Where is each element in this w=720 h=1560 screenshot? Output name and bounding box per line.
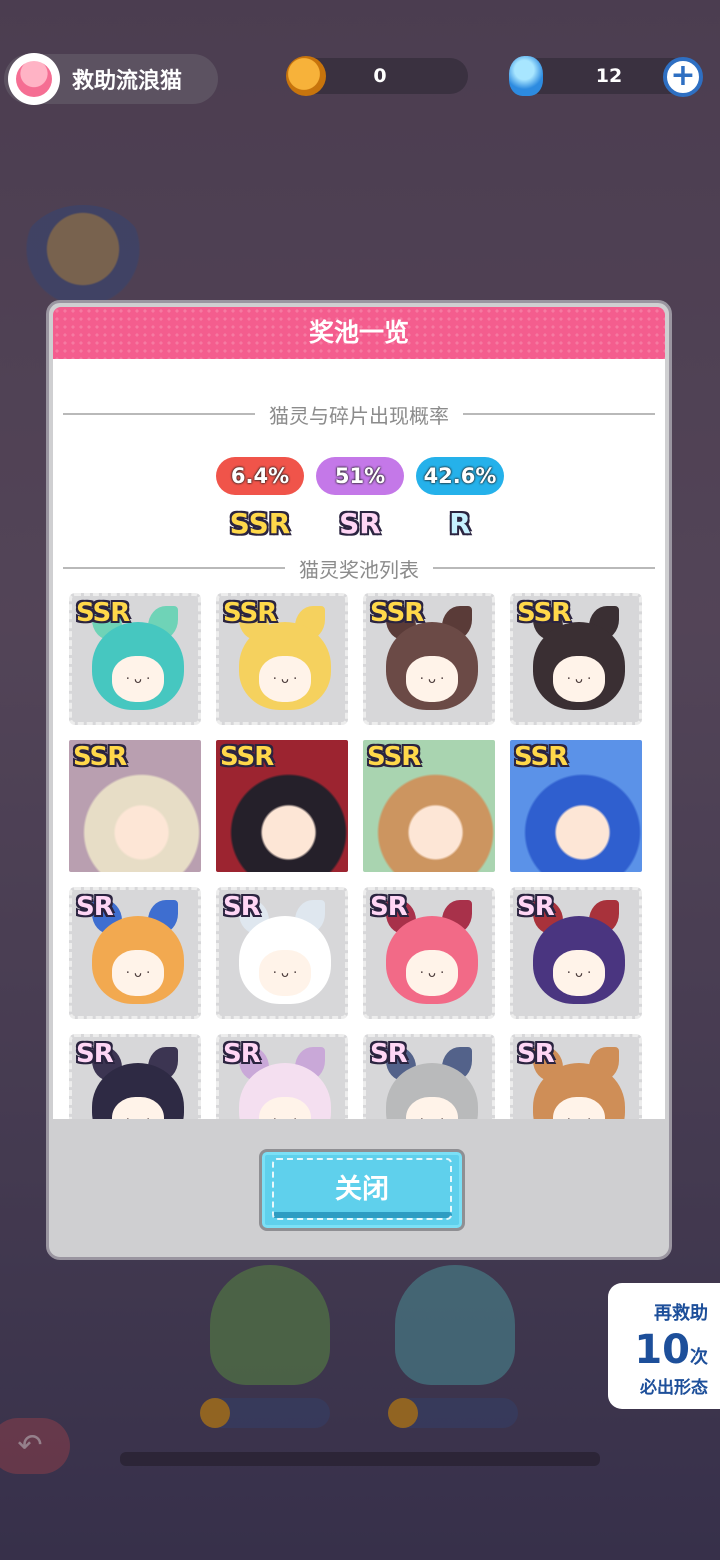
ssr-rank-label: SSR (229, 507, 291, 540)
rank-badge: SSR (76, 598, 130, 628)
rank-badge: SR (76, 1039, 114, 1069)
pool-card[interactable]: SSR (510, 740, 642, 872)
sr-rate-badge: 51% (316, 457, 404, 495)
pool-card[interactable]: SSR (216, 593, 348, 725)
screen-title: 救助流浪猫 (72, 69, 183, 94)
r-rate-badge: 42.6% (416, 457, 504, 495)
character-portrait (386, 622, 478, 710)
r-rank-label: R (449, 507, 471, 540)
promo-count: 10次 (634, 1327, 708, 1373)
pool-card[interactable]: SSR (69, 593, 201, 725)
promo-line3: 必出形态 (640, 1378, 708, 1398)
character-portrait (92, 622, 184, 710)
character-portrait (533, 916, 625, 1004)
pool-card[interactable]: SR (216, 887, 348, 1019)
promo-line1: 再救助 (654, 1303, 708, 1324)
rank-badge: SR (370, 892, 408, 922)
character-portrait (239, 916, 331, 1004)
rank-badge: SR (76, 892, 114, 922)
pool-card[interactable]: SR (510, 887, 642, 1019)
rank-badge: SSR (514, 742, 568, 772)
pool-card[interactable]: SR (69, 1034, 201, 1119)
soul-gem-icon (509, 56, 543, 96)
close-button[interactable]: 关闭 (259, 1149, 465, 1231)
dialog-header: 奖池一览 (53, 307, 665, 359)
ssr-rate-badge: 6.4% (216, 457, 304, 495)
rates-section-title: 猫灵与碎片出现概率 (63, 399, 655, 429)
plus-icon[interactable]: + (663, 57, 703, 97)
rank-badge: SR (223, 1039, 261, 1069)
pool-card[interactable]: SR (510, 1034, 642, 1119)
pool-card[interactable]: SR (363, 1034, 495, 1119)
rank-badge: SSR (517, 598, 571, 628)
dialog-title: 奖池一览 (308, 318, 409, 347)
rank-badge: SR (517, 892, 555, 922)
pool-card[interactable]: SR (69, 887, 201, 1019)
character-portrait (533, 622, 625, 710)
guarantee-promo[interactable]: 再救助 10次 必出形态 (608, 1283, 720, 1409)
rank-badge: SSR (370, 598, 424, 628)
sr-rank-label: SR (339, 507, 381, 540)
rank-badge: SSR (73, 742, 127, 772)
rank-badge: SR (517, 1039, 555, 1069)
coin-icon (286, 56, 326, 96)
pool-section-title: 猫灵奖池列表 (63, 553, 655, 583)
pool-card[interactable]: SR (216, 1034, 348, 1119)
rank-badge: SSR (367, 742, 421, 772)
screen-title-pill: 救助流浪猫 (4, 53, 218, 105)
rank-badge: SSR (220, 742, 274, 772)
pool-card[interactable]: SSR (510, 593, 642, 725)
rank-badge: SR (223, 892, 261, 922)
prize-pool-dialog: 奖池一览 猫灵与碎片出现概率 6.4% 51% 42.6% SSR SR R 猫… (46, 300, 672, 1260)
pool-card[interactable]: SSR (216, 740, 348, 872)
pool-card[interactable]: SSR (363, 740, 495, 872)
rank-badge: SSR (223, 598, 277, 628)
character-portrait (239, 622, 331, 710)
dialog-body[interactable]: 猫灵与碎片出现概率 6.4% 51% 42.6% SSR SR R 猫灵奖池列表… (53, 359, 665, 1119)
character-portrait (92, 916, 184, 1004)
pool-card[interactable]: SSR (363, 593, 495, 725)
rank-badge: SR (370, 1039, 408, 1069)
pool-card[interactable]: SR (363, 887, 495, 1019)
cat-bell-icon (8, 53, 60, 105)
pool-card[interactable]: SSR (69, 740, 201, 872)
character-portrait (386, 916, 478, 1004)
